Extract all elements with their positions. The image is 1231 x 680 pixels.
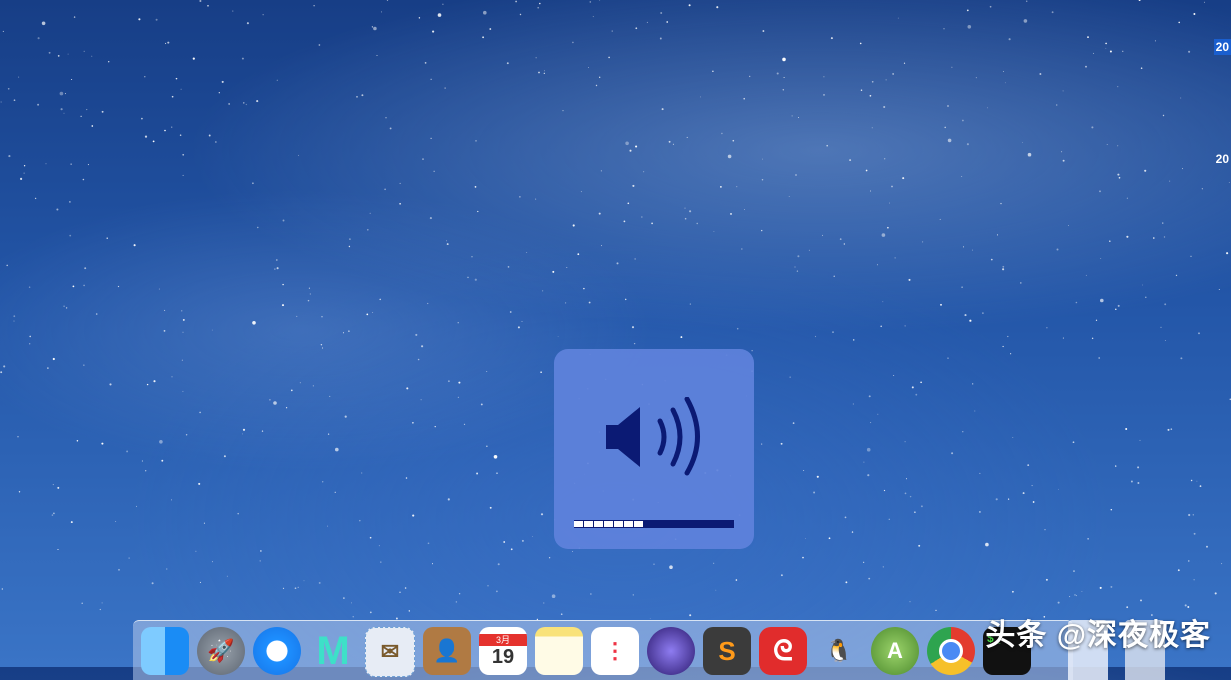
desktop-item-label[interactable]: 20 bbox=[1213, 39, 1231, 55]
contacts-book-icon[interactable]: 👤 bbox=[423, 627, 471, 675]
volume-hud bbox=[554, 349, 754, 549]
rocket-icon[interactable]: 🚀 bbox=[197, 627, 245, 675]
mail-stamp-icon[interactable]: ✉ bbox=[365, 627, 415, 677]
volume-segment bbox=[665, 521, 674, 527]
calendar-month: 3月 bbox=[479, 633, 527, 646]
volume-segment bbox=[715, 521, 724, 527]
watermark: 头条 @深夜极客 bbox=[985, 619, 1211, 652]
speaker-volume-icon bbox=[606, 397, 700, 476]
volume-segment bbox=[594, 521, 604, 527]
calendar-icon[interactable]: 3月 19 bbox=[479, 627, 527, 675]
qq-penguin-icon[interactable]: 🐧 bbox=[815, 627, 863, 675]
volume-segment bbox=[604, 521, 614, 527]
volume-segment bbox=[725, 521, 734, 527]
android-studio-icon[interactable]: A bbox=[871, 627, 919, 675]
volume-segment bbox=[685, 521, 694, 527]
chrome-icon[interactable] bbox=[927, 627, 975, 675]
volume-segment bbox=[624, 521, 634, 527]
netease-music-icon[interactable]: ᘓ bbox=[759, 627, 807, 675]
reminders-icon[interactable]: ⋮ bbox=[591, 627, 639, 675]
notes-icon[interactable] bbox=[535, 627, 583, 675]
volume-segment bbox=[644, 521, 653, 527]
dock: 🚀 M ✉ 👤 3月 19 ⋮ S ᘓ 🐧 A $_ bbox=[133, 620, 1073, 680]
volume-segment bbox=[634, 521, 644, 527]
compass-icon[interactable] bbox=[253, 627, 301, 675]
volume-segment bbox=[574, 521, 584, 527]
sublime-text-icon[interactable]: S bbox=[703, 627, 751, 675]
desktop-item-label[interactable]: 20 bbox=[1214, 151, 1231, 167]
volume-segment bbox=[655, 521, 664, 527]
starfield bbox=[0, 0, 1231, 621]
desktop-background bbox=[0, 0, 1231, 667]
mweb-icon[interactable]: M bbox=[309, 627, 357, 675]
calendar-day: 19 bbox=[491, 645, 515, 668]
volume-segment bbox=[584, 521, 594, 527]
volume-segment bbox=[705, 521, 714, 527]
volume-segment bbox=[614, 521, 624, 527]
volume-segment bbox=[695, 521, 704, 527]
finder-icon[interactable] bbox=[141, 627, 189, 675]
volume-level-bar bbox=[574, 520, 734, 528]
volume-segment bbox=[675, 521, 684, 527]
eclipse-icon[interactable] bbox=[647, 627, 695, 675]
